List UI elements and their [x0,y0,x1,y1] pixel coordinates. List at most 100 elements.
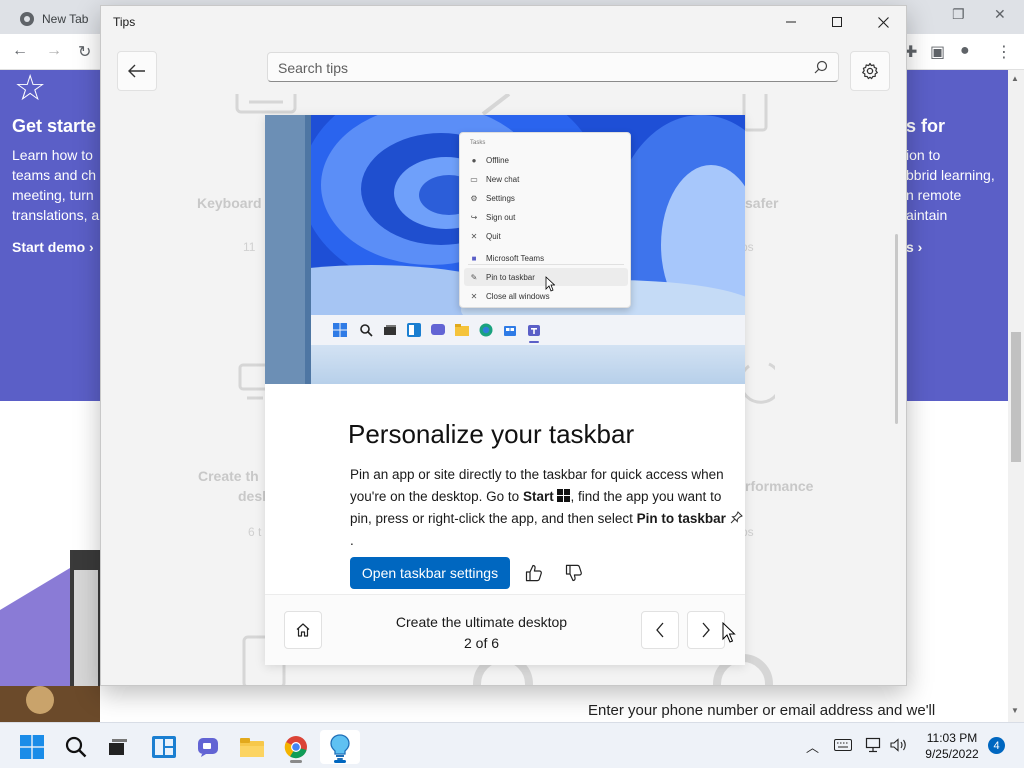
chrome-button[interactable] [276,730,316,764]
thumbs-down-button[interactable] [560,559,588,587]
task-view-icon [384,325,396,335]
scroll-down-icon[interactable]: ▼ [1011,706,1019,715]
task-view-button[interactable] [98,730,138,764]
minimize-icon [786,21,796,23]
pin-icon [730,511,743,524]
banner-right-line: bbrid learning, [906,167,995,183]
lightbulb-icon [330,734,350,760]
thumbs-down-icon [565,564,582,582]
teams-icon: ■ [471,253,477,263]
banner-right-title: s for [906,116,946,136]
back-button[interactable] [117,51,157,91]
scroll-up-icon[interactable]: ▲ [1011,74,1019,83]
home-button[interactable] [284,611,322,649]
profile-icon[interactable]: ● [960,42,970,60]
collection-title: Create the ultimate desktop [395,614,568,630]
previous-tip-button[interactable] [641,611,679,649]
banner-left-text: Get starte Learn how to teams and ch mee… [12,116,112,255]
close-button[interactable] [860,6,906,38]
ghost-tile-count: 6 t [248,525,262,539]
browser-menu-icon[interactable]: ⋮ [996,42,1012,62]
banner-right-line: ion to [906,147,941,163]
start-button[interactable] [12,730,52,764]
open-taskbar-settings-button[interactable]: Open taskbar settings [350,557,510,589]
minimize-button[interactable] [768,6,814,38]
side-panel-icon[interactable]: ▣ [930,42,945,62]
window-title: Tips [113,15,136,29]
tips-app-button[interactable] [320,730,360,764]
pin-icon: ✎ [470,272,478,282]
offline-icon: ● [471,155,477,165]
search-icon [360,324,373,337]
notification-badge[interactable]: 4 [988,737,1005,754]
start-demo-link[interactable]: Start demo › [12,239,112,255]
browser-scrollbar[interactable]: ▲ ▼ [1008,70,1024,722]
teams-chat-icon [198,738,218,757]
chat-icon [431,324,445,335]
banner-left-title: Get starte [12,116,97,136]
jump-list-item: ⚙ Settings [470,193,515,203]
task-view-icon [109,739,127,755]
arrow-left-icon [128,64,145,78]
windows-logo-icon [557,489,571,502]
store-icon [504,326,516,336]
teams-icon [528,325,540,336]
banner-right-line: n remote [906,187,962,203]
banner-right-link[interactable]: s › [906,239,1006,255]
ghost-tile-title: safer [745,195,779,211]
taskbar-search-button[interactable] [56,730,96,764]
ghost-tile-title: Keyboard [197,195,262,211]
network-icon[interactable] [864,737,882,753]
browser-forward-icon[interactable]: → [46,42,62,60]
browser-close-icon[interactable]: ✕ [994,6,1006,23]
next-tip-button[interactable] [687,611,725,649]
tip-description: Pin an app or site directly to the taskb… [350,464,745,552]
clock-date: 9/25/2022 [925,747,979,761]
widgets-button[interactable] [144,730,184,764]
search-box[interactable] [267,52,839,82]
phone-prompt-text: Enter your phone number or email address… [588,702,936,719]
thumbs-up-button[interactable] [520,559,548,587]
jump-list-item: ■ Microsoft Teams [471,253,545,263]
gear-icon [862,62,878,80]
volume-icon[interactable] [890,738,908,752]
running-indicator [290,760,302,763]
tip-title: Personalize your taskbar [348,419,635,449]
chat-button[interactable] [188,730,228,764]
maximize-button[interactable] [814,6,860,38]
file-explorer-button[interactable] [232,730,272,764]
keyboard-icon[interactable] [834,739,852,751]
banner-left-line: translations, a [12,207,100,223]
browser-back-icon[interactable]: ← [12,42,28,60]
banner-left-line: meeting, turn [12,187,94,203]
show-hidden-icons-chevron-icon[interactable]: ︿ [806,737,819,756]
system-clock[interactable]: 11:03 PM 9/25/2022 [916,730,988,762]
jump-list-item: ● Offline [471,155,509,165]
browser-reload-icon[interactable]: ↻ [78,42,91,62]
browser-restore-icon[interactable]: ❐ [952,6,965,23]
mouse-cursor-icon [722,622,736,643]
maximize-icon [832,17,842,27]
phone-icon [742,94,768,132]
settings-icon: ⚙ [470,193,478,203]
tip-hero-image: Tasks ● Offline ▭ New chat ⚙ Settings ↪ Sign… [265,115,745,384]
ghost-tile-title: Create th [198,468,259,484]
browser-tab-title: New Tab [42,12,89,26]
tip-card-body: Personalize your taskbar Pin an app or s… [265,384,745,665]
search-input[interactable] [278,58,798,78]
tips-header [101,38,906,94]
sign-out-icon: ↪ [470,212,478,222]
tips-scrollbar[interactable] [895,234,898,424]
scroll-thumb[interactable] [1011,332,1021,462]
ghost-tile-title: rformance [745,478,814,494]
hero-taskbar [311,315,745,345]
hero-cursor-icon [545,276,555,292]
tip-card: Tasks ● Offline ▭ New chat ⚙ Settings ↪ Sign… [265,115,745,665]
ghost-tile-count: 11 [243,240,256,254]
settings-button[interactable] [850,51,890,91]
promo-photo [0,550,100,722]
chat-icon: ▭ [470,174,478,184]
jump-list-item: ✕ Quit [470,231,501,241]
search-icon[interactable] [814,60,828,74]
search-icon [65,736,87,758]
